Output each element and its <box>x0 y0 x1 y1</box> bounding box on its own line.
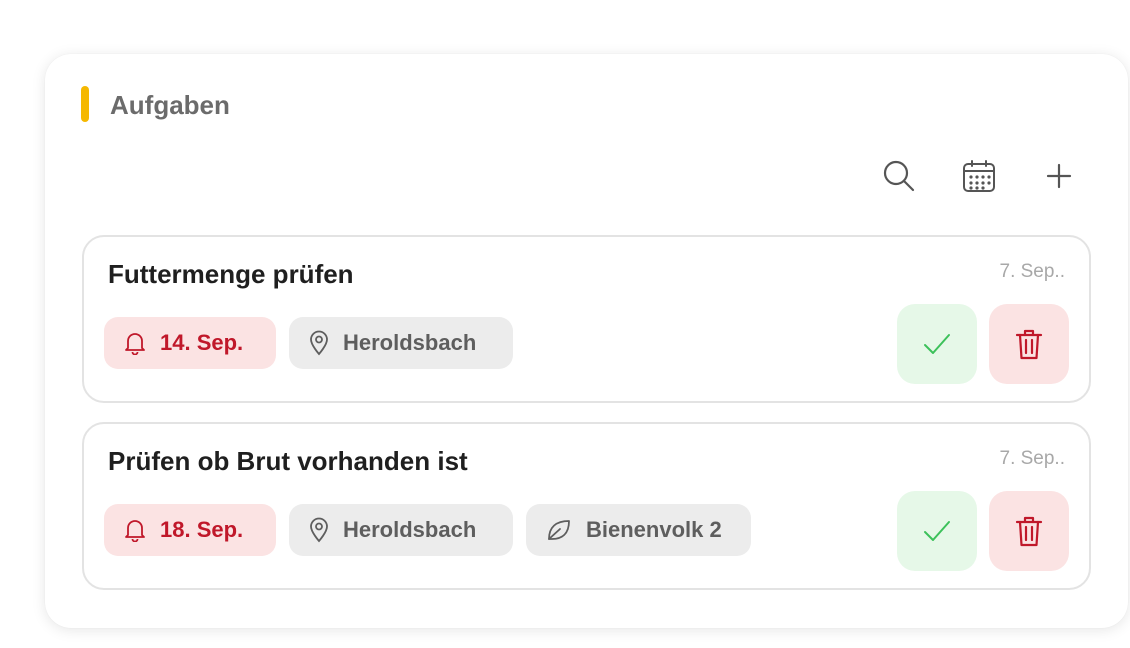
location-label: Heroldsbach <box>343 330 477 355</box>
bell-icon <box>125 333 145 355</box>
due-date-label: 18. Sep. <box>160 517 244 542</box>
due-date-label: 14. Sep. <box>160 330 244 355</box>
plus-icon <box>1046 163 1072 189</box>
search-button[interactable] <box>877 154 921 198</box>
calendar-button[interactable] <box>957 154 1001 198</box>
leaf-icon <box>548 520 570 540</box>
task-created-date: 7. Sep.. <box>999 448 1066 469</box>
delete-button[interactable] <box>989 304 1069 384</box>
task-card[interactable]: Futtermenge prüfen 7. Sep.. 14. Sep. Her… <box>82 235 1091 403</box>
due-date-chip[interactable]: 18. Sep. <box>104 504 276 556</box>
trash-icon <box>1015 329 1043 360</box>
location-chip[interactable]: Heroldsbach <box>289 317 513 369</box>
location-pin-icon <box>310 330 328 356</box>
colony-chip[interactable]: Bienenvolk 2 <box>526 504 751 556</box>
complete-button[interactable] <box>897 491 977 571</box>
bell-icon <box>125 520 145 542</box>
colony-label: Bienenvolk 2 <box>586 517 722 542</box>
task-card[interactable]: Prüfen ob Brut vorhanden ist 7. Sep.. 18… <box>82 422 1091 590</box>
task-title: Futtermenge prüfen <box>108 259 354 289</box>
complete-button[interactable] <box>897 304 977 384</box>
add-button[interactable] <box>1037 154 1081 198</box>
location-label: Heroldsbach <box>343 517 477 542</box>
trash-icon <box>1015 516 1043 547</box>
task-title: Prüfen ob Brut vorhanden ist <box>108 446 468 476</box>
delete-button[interactable] <box>989 491 1069 571</box>
check-icon <box>924 521 950 541</box>
task-created-date: 7. Sep.. <box>999 261 1066 282</box>
due-date-chip[interactable]: 14. Sep. <box>104 317 276 369</box>
calendar-icon <box>963 160 995 192</box>
location-pin-icon <box>310 517 328 543</box>
check-icon <box>924 334 950 354</box>
page-title: Aufgaben <box>110 90 230 120</box>
title-accent-bar <box>81 86 89 122</box>
location-chip[interactable]: Heroldsbach <box>289 504 513 556</box>
search-icon <box>883 160 915 192</box>
